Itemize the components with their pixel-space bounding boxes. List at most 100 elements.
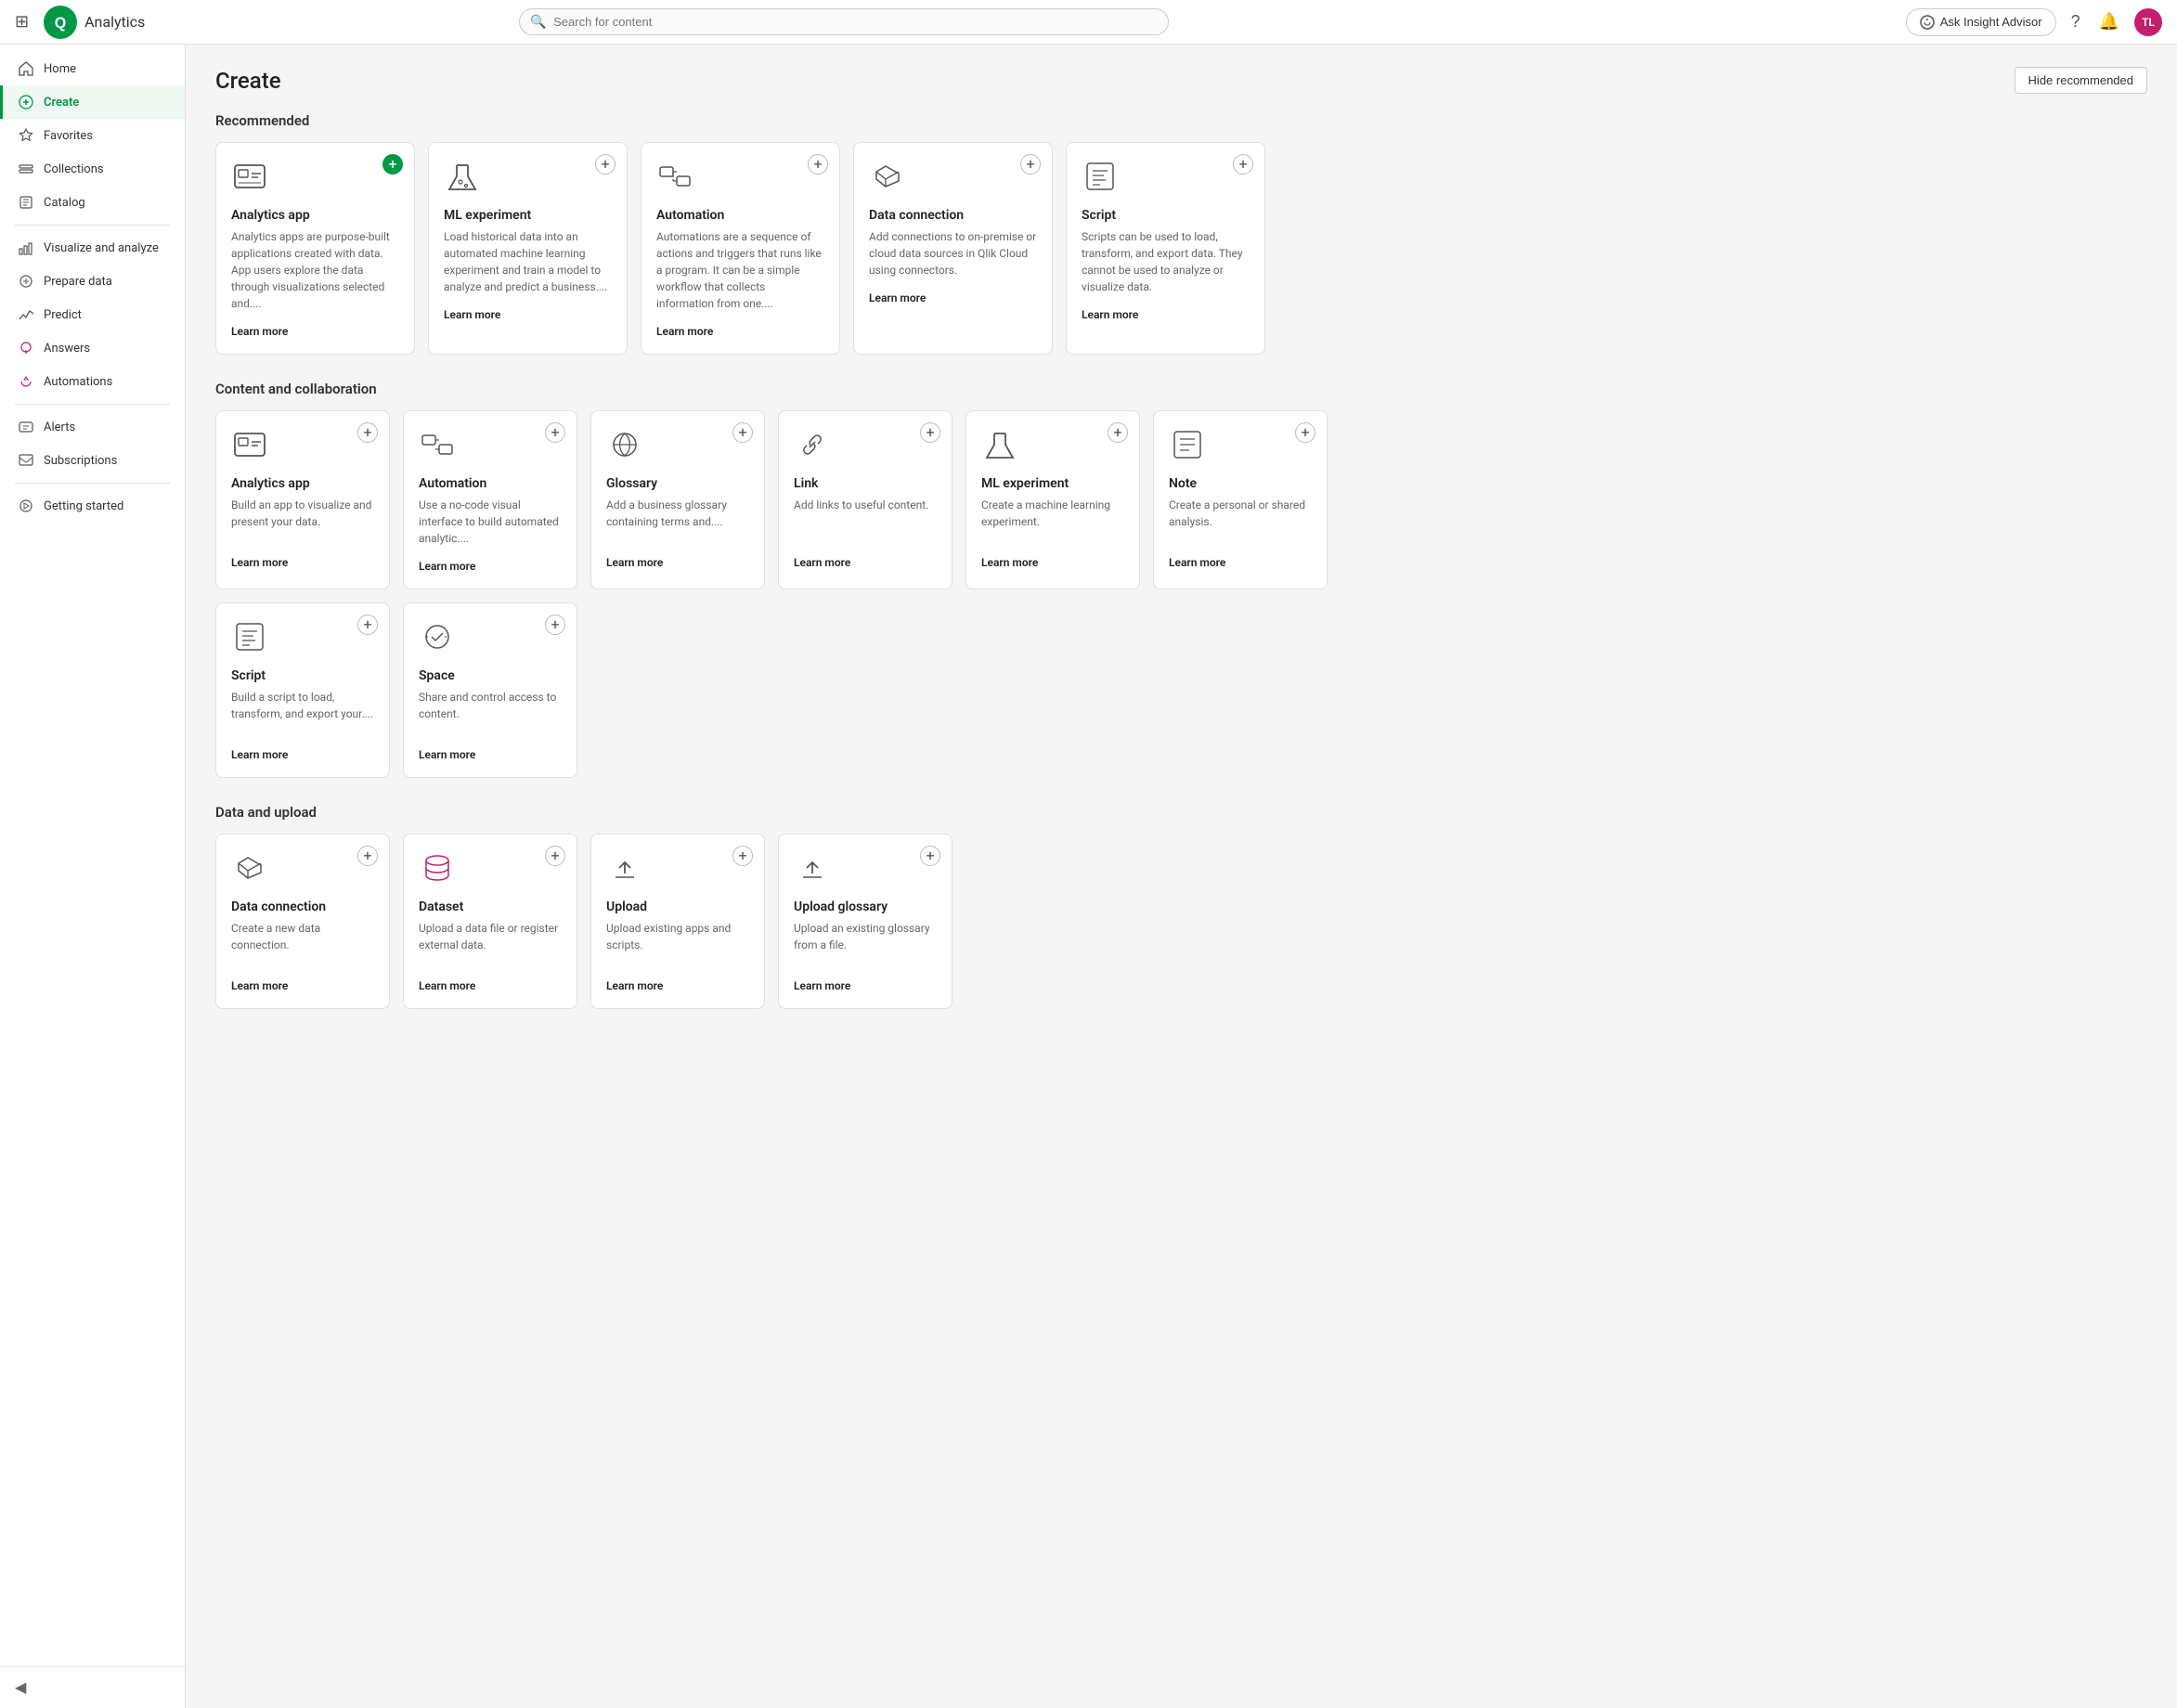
card-add-analytics-app[interactable]: +	[382, 154, 403, 175]
card-add-btn[interactable]: +	[545, 615, 565, 635]
create-icon	[18, 94, 34, 110]
sidebar-item-visualize[interactable]: Visualize and analyze	[0, 231, 185, 265]
sidebar-item-create[interactable]: Create	[0, 85, 185, 119]
card-name: ML experiment	[444, 208, 612, 223]
collections-icon	[18, 161, 34, 177]
main-content: Create Hide recommended Recommended + An…	[186, 45, 2177, 1708]
card-add-btn[interactable]: +	[1295, 422, 1315, 443]
predict-icon	[18, 306, 34, 323]
card-note[interactable]: + Note Create a personal or shared analy…	[1153, 410, 1328, 589]
upload-icon	[606, 849, 643, 886]
sidebar-item-alerts[interactable]: Alerts	[0, 410, 185, 444]
card-upload[interactable]: + Upload Upload existing apps and script…	[590, 834, 765, 1009]
card-upload-glossary[interactable]: + Upload glossary Upload an existing glo…	[778, 834, 952, 1009]
card-script[interactable]: + Script Scripts can be used to load, tr…	[1066, 142, 1265, 355]
card-data-connection[interactable]: + Data connection Add connections to on-…	[853, 142, 1053, 355]
card-learn-more[interactable]: Learn more	[794, 556, 850, 569]
card-learn-more[interactable]: Learn more	[231, 748, 288, 761]
recommended-section: Recommended + Analytics app Analytics ap…	[215, 112, 2147, 355]
analytics-app-icon	[231, 158, 268, 195]
card-ml-experiment[interactable]: + ML experiment Load historical data int…	[428, 142, 628, 355]
insight-icon	[1920, 15, 1935, 30]
card-learn-more[interactable]: Learn more	[794, 979, 850, 992]
card-script-2[interactable]: + Script Build a script to load, transfo…	[215, 602, 390, 778]
answers-icon	[18, 340, 34, 356]
hide-recommended-button[interactable]: Hide recommended	[2015, 67, 2147, 94]
card-desc: Build a script to load, transform, and e…	[231, 689, 374, 735]
card-desc: Create a personal or shared analysis.	[1169, 497, 1312, 543]
card-data-connection-2[interactable]: + Data connection Create a new data conn…	[215, 834, 390, 1009]
card-glossary[interactable]: + Glossary Add a business glossary conta…	[590, 410, 765, 589]
card-ml-experiment-2[interactable]: + ML experiment Create a machine learnin…	[965, 410, 1140, 589]
card-desc: Analytics apps are purpose-built applica…	[231, 228, 399, 312]
card-learn-more[interactable]: Learn more	[606, 556, 663, 569]
card-name: Automation	[656, 208, 824, 223]
card-add-btn[interactable]: +	[545, 422, 565, 443]
card-learn-more[interactable]: Learn more	[656, 325, 713, 338]
card-learn-more[interactable]: Learn more	[419, 560, 475, 573]
card-add-btn[interactable]: +	[357, 846, 378, 866]
card-learn-more[interactable]: Learn more	[869, 291, 926, 304]
card-learn-more[interactable]: Learn more	[1082, 308, 1138, 321]
sidebar-item-subscriptions[interactable]: Subscriptions	[0, 444, 185, 477]
card-learn-more[interactable]: Learn more	[231, 979, 288, 992]
card-desc: Use a no-code visual interface to build …	[419, 497, 562, 547]
card-analytics-app[interactable]: + Analytics app Analytics apps are purpo…	[215, 142, 415, 355]
data-upload-cards-row: + Data connection Create a new data conn…	[215, 834, 2147, 1009]
card-space[interactable]: + Space Share and control access to cont…	[403, 602, 577, 778]
card-add-btn[interactable]: +	[732, 422, 753, 443]
card-add-ml-experiment[interactable]: +	[595, 154, 616, 175]
notifications-button[interactable]: 🔔	[2095, 8, 2123, 35]
card-learn-more[interactable]: Learn more	[419, 979, 475, 992]
sidebar-item-collections[interactable]: Collections	[0, 152, 185, 186]
sidebar-item-prepare[interactable]: Prepare data	[0, 265, 185, 298]
card-add-automation[interactable]: +	[808, 154, 828, 175]
card-desc: Upload existing apps and scripts.	[606, 920, 749, 966]
card-name: Link	[794, 476, 937, 491]
card-link[interactable]: + Link Add links to useful content. Lear…	[778, 410, 952, 589]
card-add-script[interactable]: +	[1233, 154, 1253, 175]
card-name: Data connection	[869, 208, 1037, 223]
card-learn-more[interactable]: Learn more	[1169, 556, 1225, 569]
sidebar-item-favorites[interactable]: Favorites	[0, 119, 185, 152]
logo[interactable]: Q Analytics	[44, 6, 145, 39]
card-add-btn[interactable]: +	[920, 846, 940, 866]
ask-insight-advisor-button[interactable]: Ask Insight Advisor	[1906, 8, 2056, 36]
search-input[interactable]	[519, 8, 1169, 35]
avatar[interactable]: TL	[2134, 8, 2162, 36]
card-learn-more[interactable]: Learn more	[444, 308, 500, 321]
sidebar-item-automations[interactable]: Automations	[0, 365, 185, 398]
card-add-btn[interactable]: +	[920, 422, 940, 443]
card-dataset[interactable]: + Dataset Upload a data file or register…	[403, 834, 577, 1009]
card-name: Glossary	[606, 476, 749, 491]
card-automation-2[interactable]: + Automation Use a no-code visual interf…	[403, 410, 577, 589]
card-analytics-app-2[interactable]: + Analytics app Build an app to visualiz…	[215, 410, 390, 589]
card-learn-more[interactable]: Learn more	[231, 556, 288, 569]
sidebar-item-home[interactable]: Home	[0, 52, 185, 85]
collapse-sidebar-button[interactable]: ◀	[15, 1678, 26, 1697]
card-add-btn[interactable]: +	[357, 422, 378, 443]
card-automation[interactable]: + Automation Automations are a sequence …	[641, 142, 840, 355]
sidebar-item-getting-started[interactable]: Getting started	[0, 489, 185, 523]
sidebar-nav: Home Create Favorites Collections Catalo…	[0, 45, 185, 1666]
card-add-data-connection[interactable]: +	[1020, 154, 1041, 175]
getting-started-icon	[18, 498, 34, 514]
sidebar-item-predict[interactable]: Predict	[0, 298, 185, 331]
card-add-btn[interactable]: +	[732, 846, 753, 866]
card-learn-more[interactable]: Learn more	[606, 979, 663, 992]
card-add-btn[interactable]: +	[357, 615, 378, 635]
search-bar[interactable]: 🔍	[519, 8, 1169, 35]
automations-icon	[18, 373, 34, 390]
card-desc: Upload an existing glossary from a file.	[794, 920, 937, 966]
card-learn-more[interactable]: Learn more	[231, 325, 288, 338]
card-learn-more[interactable]: Learn more	[419, 748, 475, 761]
card-add-btn[interactable]: +	[1108, 422, 1128, 443]
grid-icon[interactable]: ⊞	[15, 12, 29, 32]
favorites-icon	[18, 127, 34, 144]
card-add-btn[interactable]: +	[545, 846, 565, 866]
sidebar-item-answers[interactable]: Answers	[0, 331, 185, 365]
sidebar-item-catalog[interactable]: Catalog	[0, 186, 185, 219]
help-button[interactable]: ?	[2067, 8, 2084, 35]
script-2-icon	[231, 618, 268, 655]
card-learn-more[interactable]: Learn more	[981, 556, 1038, 569]
